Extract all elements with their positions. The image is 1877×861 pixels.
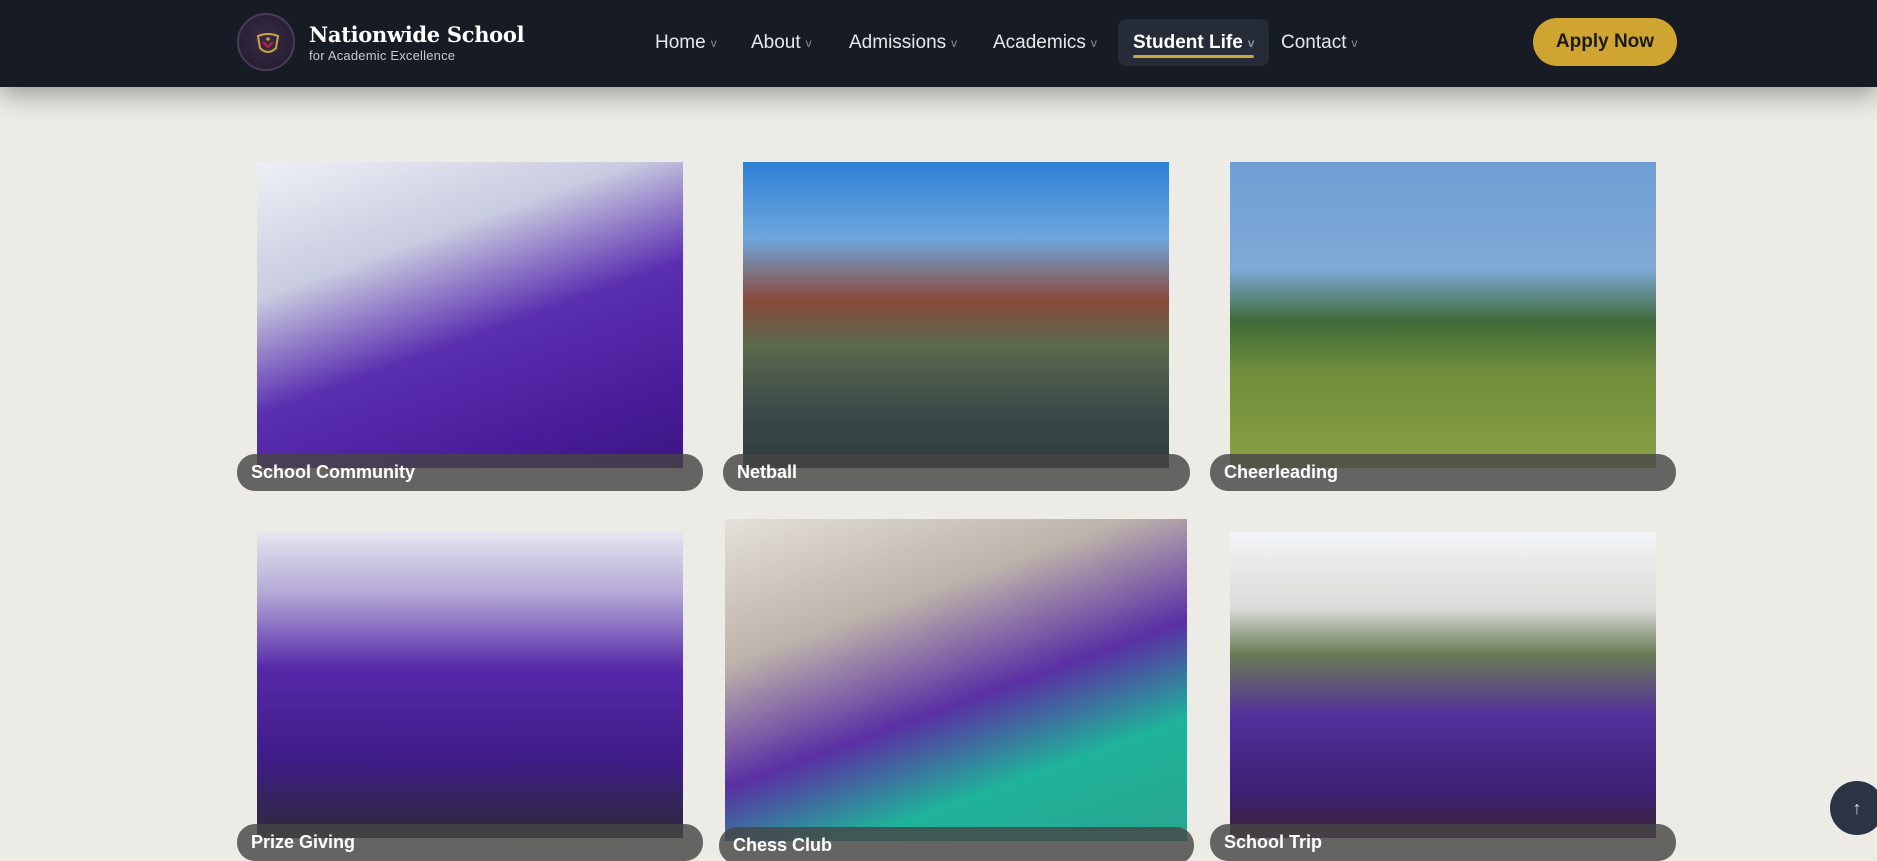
gallery-caption: Chess Club: [719, 827, 1194, 861]
chevron-down-icon: v: [710, 36, 717, 50]
prize-giving-photo: [257, 532, 683, 838]
scroll-to-top-button[interactable]: ↑: [1830, 781, 1877, 835]
nav-admissions-label: Admissions: [849, 32, 947, 53]
nav-home-label: Home: [655, 32, 706, 53]
gallery-caption: School Trip: [1210, 824, 1676, 861]
apply-now-button[interactable]: Apply Now: [1533, 18, 1677, 66]
nav-student-life-label: Student Life: [1133, 32, 1243, 53]
nav-admissions[interactable]: Admissions v: [849, 19, 957, 66]
chevron-down-icon: v: [1247, 36, 1255, 50]
school-crest-icon: [256, 33, 280, 53]
brand-subtitle: for Academic Excellence: [309, 48, 456, 63]
chess-club-photo: [725, 519, 1187, 841]
nav-student-life[interactable]: Student Life v: [1118, 19, 1270, 66]
nav-about[interactable]: About v: [751, 19, 812, 66]
chevron-down-icon: v: [805, 36, 812, 50]
cheerleading-photo: [1230, 162, 1656, 468]
gallery-caption: School Community: [237, 454, 703, 491]
nav-academics[interactable]: Academics v: [993, 19, 1097, 66]
gallery-caption: Prize Giving: [237, 824, 703, 861]
gallery-caption: Netball: [723, 454, 1190, 491]
nav-contact-label: Contact: [1281, 32, 1347, 53]
arrow-up-icon: ↑: [1852, 798, 1862, 818]
nav-home[interactable]: Home v: [655, 19, 717, 66]
nav-contact[interactable]: Contact v: [1281, 19, 1357, 66]
chevron-down-icon: v: [1090, 36, 1097, 50]
nav-about-label: About: [751, 32, 801, 53]
school-trip-photo: [1230, 532, 1656, 838]
active-nav-indicator: [1133, 55, 1255, 58]
nav-academics-label: Academics: [993, 32, 1086, 53]
chevron-down-icon: v: [951, 36, 958, 50]
netball-photo: [743, 162, 1169, 468]
site-header: Nationwide School for Academic Excellenc…: [0, 0, 1877, 87]
chevron-down-icon: v: [1351, 36, 1358, 50]
school-community-photo: [257, 162, 683, 468]
brand-name[interactable]: Nationwide School: [309, 22, 525, 47]
gallery-caption: Cheerleading: [1210, 454, 1676, 491]
school-logo[interactable]: [237, 13, 295, 71]
